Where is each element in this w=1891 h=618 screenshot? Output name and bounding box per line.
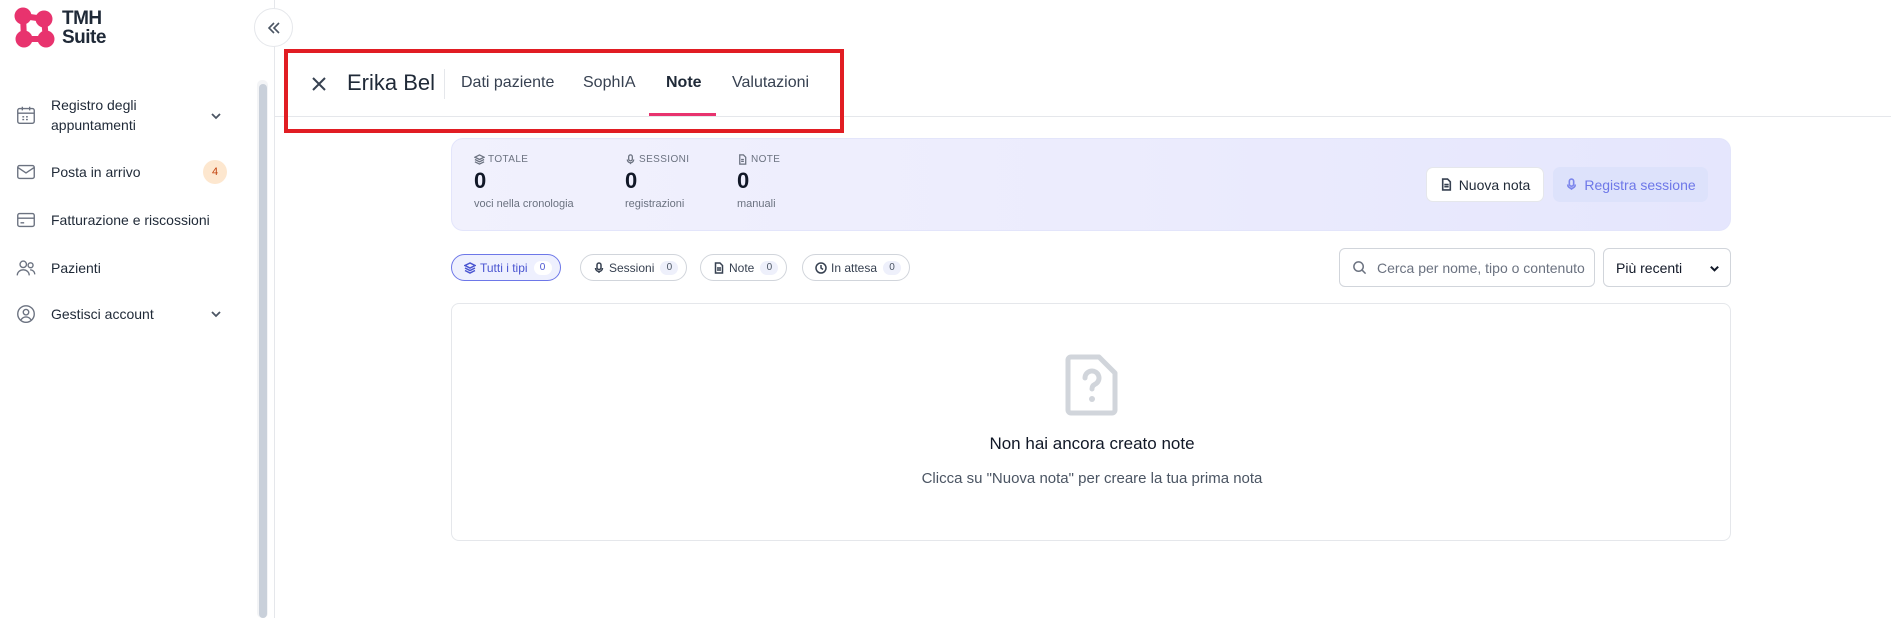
record-session-label: Registra sessione — [1584, 176, 1696, 193]
chip-count: 0 — [760, 260, 779, 275]
empty-state-card: Non hai ancora creato note Clicca su "Nu… — [451, 303, 1731, 541]
close-icon — [312, 77, 326, 91]
stat-value: 0 — [474, 168, 487, 193]
chip-count: 0 — [533, 260, 552, 275]
sidebar-item-label: Fatturazione e riscossioni — [51, 212, 210, 228]
sidebar-item-label: Registro degli appuntamenti — [51, 95, 137, 135]
stat-note: NOTE 0 manuali — [737, 154, 780, 210]
new-note-button[interactable]: Nuova nota — [1426, 167, 1544, 202]
users-icon — [15, 257, 37, 279]
search-field[interactable] — [1339, 248, 1595, 287]
active-tab-indicator — [649, 113, 716, 116]
microphone-icon — [1567, 178, 1577, 190]
chevron-down-icon — [1710, 265, 1719, 272]
double-chevron-left-icon — [267, 21, 280, 34]
filter-chip-sessioni[interactable]: Sessioni 0 — [580, 254, 688, 281]
sidebar-item-label-line1: Registro degli — [51, 97, 137, 113]
tab-dati-paziente[interactable]: Dati paziente — [461, 73, 554, 93]
sidebar: TMH Suite Registro degli appuntamenti Po… — [0, 0, 256, 618]
brand-logo[interactable]: TMH Suite — [14, 7, 106, 49]
stat-sessioni: SESSIONI 0 registrazioni — [625, 154, 689, 210]
tab-sophia[interactable]: SophIA — [583, 73, 635, 93]
layers-icon — [464, 261, 476, 274]
sidebar-item-label: Posta in arrivo — [51, 164, 141, 180]
chevron-down-icon — [209, 109, 223, 123]
stat-header: SESSIONI — [625, 154, 689, 165]
microphone-icon — [594, 261, 604, 273]
clock-icon — [815, 261, 827, 274]
stat-label: SESSIONI — [639, 154, 690, 165]
chip-label: Sessioni — [609, 260, 655, 275]
sidebar-item-label-line2: appuntamenti — [51, 117, 136, 133]
sidebar-item-label: Gestisci account — [51, 306, 154, 322]
user-circle-icon — [15, 303, 37, 325]
document-icon — [1441, 178, 1451, 191]
logo-mark-icon — [14, 7, 56, 49]
search-icon — [1353, 261, 1367, 275]
chevron-down-icon — [209, 307, 223, 321]
filter-chip-in-attesa[interactable]: In attesa 0 — [802, 254, 911, 281]
mail-icon — [15, 161, 37, 183]
chip-label: Note — [729, 260, 755, 275]
tab-valutazioni[interactable]: Valutazioni — [732, 73, 809, 93]
sort-value: Più recenti — [1616, 259, 1683, 276]
new-note-label: Nuova nota — [1458, 176, 1531, 193]
chip-label: Tutti i tipi — [480, 260, 528, 275]
file-question-icon — [1065, 354, 1118, 416]
document-icon — [739, 154, 747, 165]
sidebar-item-gestisci-account[interactable]: Gestisci account — [0, 302, 240, 326]
sidebar-item-pazienti[interactable]: Pazienti — [0, 256, 240, 280]
chip-count: 0 — [883, 260, 902, 275]
sidebar-item-posta[interactable]: Posta in arrivo 4 — [0, 160, 240, 184]
stat-caption: voci nella cronologia — [474, 198, 574, 210]
filter-chip-note[interactable]: Note 0 — [700, 254, 788, 281]
patient-name: Erika Bel — [347, 70, 436, 95]
stat-label: NOTE — [751, 154, 781, 165]
tab-note[interactable]: Note — [666, 73, 702, 93]
layers-icon — [474, 154, 485, 165]
sidebar-item-registro[interactable]: Registro degli appuntamenti — [0, 95, 240, 135]
empty-state-subtitle: Clicca su "Nuova nota" per creare la tua… — [921, 470, 1263, 487]
sidebar-scrollbar-thumb[interactable] — [259, 84, 267, 618]
search-input[interactable] — [1377, 259, 1592, 276]
sort-select[interactable]: Più recenti — [1603, 248, 1731, 287]
sidebar-item-label: Pazienti — [51, 260, 101, 276]
sidebar-divider — [274, 0, 275, 618]
calendar-icon — [15, 104, 37, 126]
brand-line2: Suite — [62, 27, 106, 48]
stat-header: NOTE — [737, 154, 780, 165]
brand-line1: TMH — [62, 8, 102, 29]
stat-label: TOTALE — [488, 154, 529, 165]
stat-value: 0 — [625, 168, 638, 193]
stat-totale: TOTALE 0 voci nella cronologia — [474, 154, 574, 210]
stat-caption: manuali — [737, 198, 776, 210]
credit-card-icon — [15, 209, 37, 231]
filter-chip-tutti[interactable]: Tutti i tipi 0 — [451, 254, 561, 281]
sidebar-item-fatturazione[interactable]: Fatturazione e riscossioni — [0, 208, 240, 232]
chip-count: 0 — [660, 260, 679, 275]
app-root: TMH Suite Registro degli appuntamenti Po… — [0, 0, 1891, 618]
close-patient-button[interactable] — [309, 74, 329, 94]
document-icon — [714, 261, 724, 274]
microphone-icon — [626, 154, 635, 165]
inbox-count-badge: 4 — [203, 160, 227, 184]
chip-label: In attesa — [831, 260, 878, 275]
stat-caption: registrazioni — [625, 198, 685, 210]
record-session-button[interactable]: Registra sessione — [1553, 167, 1708, 202]
header-separator — [444, 69, 445, 99]
empty-state-title: Non hai ancora creato note — [989, 434, 1195, 453]
collapse-sidebar-button[interactable] — [254, 8, 293, 47]
stat-value: 0 — [737, 168, 750, 193]
stat-header: TOTALE — [474, 154, 574, 165]
brand-name: TMH Suite — [62, 9, 106, 47]
